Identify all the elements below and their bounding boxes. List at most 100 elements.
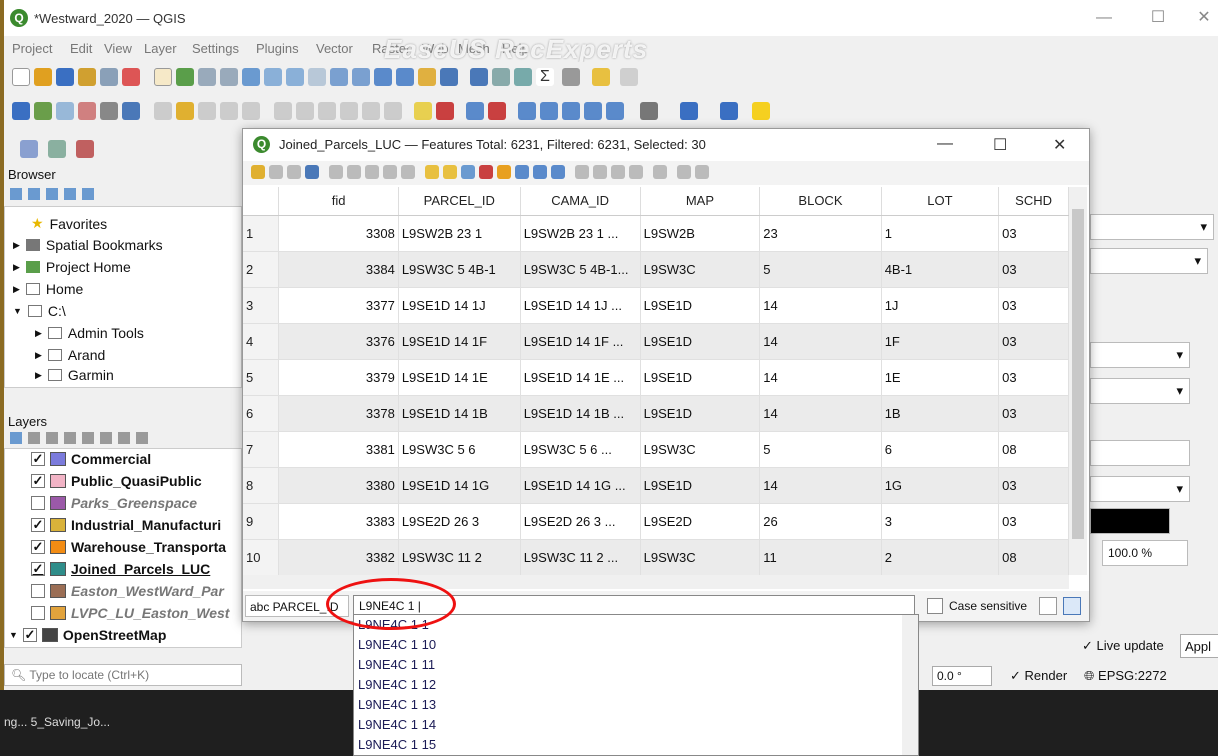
taskbar-item[interactable]: ng... 5_Saving_Jo... bbox=[4, 715, 110, 729]
save-edits-icon[interactable] bbox=[198, 102, 216, 120]
table-cell[interactable]: 14 bbox=[759, 359, 882, 396]
table-cell[interactable]: L9SW2B 23 1 bbox=[398, 215, 521, 252]
delete-field-icon[interactable] bbox=[593, 165, 607, 179]
browser-item-home[interactable]: ▶ Home bbox=[13, 281, 83, 297]
minimize-button[interactable]: — bbox=[1084, 6, 1124, 30]
zoom-out-icon[interactable] bbox=[220, 68, 238, 86]
pan-icon[interactable] bbox=[154, 68, 172, 86]
table-cell[interactable]: L9SE1D 14 1E bbox=[398, 359, 521, 396]
deselect-icon[interactable] bbox=[76, 140, 94, 158]
redo-icon[interactable] bbox=[384, 102, 402, 120]
new-field-icon[interactable] bbox=[575, 165, 589, 179]
table-cell[interactable]: 26 bbox=[759, 503, 882, 540]
expand-all-icon[interactable] bbox=[100, 432, 112, 444]
table-cell[interactable]: L9SE1D 14 1E ... bbox=[520, 359, 641, 396]
column-header[interactable]: SCHD bbox=[998, 187, 1069, 216]
zoom-native-icon[interactable] bbox=[308, 68, 326, 86]
show-bookmarks-icon[interactable] bbox=[396, 68, 414, 86]
table-cell[interactable]: 1F bbox=[881, 323, 1000, 360]
table-cell[interactable]: 3384 bbox=[278, 251, 399, 288]
layer-item-commercial[interactable]: ✓ Commercial bbox=[31, 451, 151, 467]
table-cell[interactable]: 1 bbox=[881, 215, 1000, 252]
table-cell[interactable]: L9SE1D bbox=[640, 359, 761, 396]
zoom-last-icon[interactable] bbox=[330, 68, 348, 86]
field-calculator-icon[interactable] bbox=[611, 165, 625, 179]
add-group-icon[interactable] bbox=[28, 432, 40, 444]
table-cell[interactable]: L9SE1D 14 1G bbox=[398, 467, 521, 504]
table-row[interactable]: 7 3381 L9SW3C 5 6 L9SW3C 5 6 ... L9SW3C 5 6 08 bbox=[243, 431, 1069, 468]
layer-item-joined-parcels-luc[interactable]: ✓ Joined_Parcels_LUC bbox=[31, 561, 210, 577]
print-layout-icon[interactable] bbox=[100, 68, 118, 86]
table-cell[interactable]: 2 bbox=[881, 539, 1000, 575]
text-annotation-icon[interactable] bbox=[620, 68, 638, 86]
property-dropdown-3[interactable]: ▾ bbox=[1090, 476, 1190, 502]
layer-visibility-checkbox[interactable] bbox=[31, 496, 45, 510]
table-cell[interactable]: 03 bbox=[998, 251, 1069, 288]
properties-icon[interactable] bbox=[82, 188, 94, 200]
table-cell[interactable]: 3376 bbox=[278, 323, 399, 360]
table-cell[interactable]: 1J bbox=[881, 287, 1000, 324]
zoom-to-selected-icon[interactable] bbox=[551, 165, 565, 179]
layer-item-warehouse[interactable]: ✓ Warehouse_Transporta bbox=[31, 539, 226, 555]
table-cell[interactable]: 3378 bbox=[278, 395, 399, 432]
suggestion-item[interactable]: L9NE4C 1 12 bbox=[358, 677, 436, 692]
row-number[interactable]: 1 bbox=[243, 215, 280, 252]
table-cell[interactable]: 3 bbox=[881, 503, 1000, 540]
render-checkbox[interactable]: ✓ Render bbox=[1010, 668, 1067, 684]
scroll-thumb[interactable] bbox=[1072, 209, 1084, 539]
layer-visibility-checkbox[interactable]: ✓ bbox=[31, 474, 45, 488]
table-cell[interactable]: 14 bbox=[759, 467, 882, 504]
menu-plugins[interactable]: Plugins bbox=[256, 41, 299, 56]
dialog-close-button[interactable]: ✕ bbox=[1053, 135, 1066, 155]
table-cell[interactable]: 5 bbox=[759, 431, 882, 468]
dock-icon[interactable] bbox=[677, 165, 691, 179]
select-by-value-icon[interactable] bbox=[48, 140, 66, 158]
menu-edit[interactable]: Edit bbox=[70, 41, 92, 56]
table-cell[interactable]: L9SE1D 14 1F ... bbox=[520, 323, 641, 360]
table-cell[interactable]: L9SE1D 14 1G ... bbox=[520, 467, 641, 504]
new-project-icon[interactable] bbox=[12, 68, 30, 86]
delete-feature-icon[interactable] bbox=[347, 165, 361, 179]
pan-to-selected-icon[interactable] bbox=[533, 165, 547, 179]
browser-item-bookmarks[interactable]: ▶ Spatial Bookmarks bbox=[13, 237, 163, 253]
new-layer-icon[interactable] bbox=[34, 102, 52, 120]
table-cell[interactable]: 3381 bbox=[278, 431, 399, 468]
table-cell[interactable]: 23 bbox=[759, 215, 882, 252]
select-features-icon[interactable] bbox=[20, 140, 38, 158]
table-cell[interactable]: L9SW3C 11 2 ... bbox=[520, 539, 641, 575]
table-cell[interactable]: L9SW3C bbox=[640, 539, 761, 575]
nn-join-icon[interactable] bbox=[752, 102, 770, 120]
browser-item-favorites[interactable]: ★ Favorites bbox=[31, 215, 107, 232]
zoom-full-icon[interactable] bbox=[242, 68, 260, 86]
table-cell[interactable]: 03 bbox=[998, 467, 1069, 504]
zoom-next-icon[interactable] bbox=[352, 68, 370, 86]
table-cell[interactable]: 03 bbox=[998, 503, 1069, 540]
browser-item-garmin[interactable]: ▶ Garmin bbox=[35, 367, 114, 383]
autocomplete-scrollbar[interactable] bbox=[902, 615, 918, 755]
menu-layer[interactable]: Layer bbox=[144, 41, 177, 56]
add-vector-icon[interactable] bbox=[56, 102, 74, 120]
layer-visibility-checkbox[interactable] bbox=[31, 584, 45, 598]
map-themes-icon[interactable] bbox=[46, 432, 58, 444]
table-cell[interactable]: L9SW3C 5 6 ... bbox=[520, 431, 641, 468]
table-cell[interactable]: L9SW3C 11 2 bbox=[398, 539, 521, 575]
label-change-icon[interactable] bbox=[540, 102, 558, 120]
toggle-editing-icon[interactable] bbox=[251, 165, 265, 179]
table-cell[interactable]: 03 bbox=[998, 395, 1069, 432]
table-cell[interactable]: L9SE1D bbox=[640, 323, 761, 360]
table-cell[interactable]: 08 bbox=[998, 539, 1069, 575]
column-header[interactable]: CAMA_ID bbox=[520, 187, 641, 216]
browser-item-arand[interactable]: ▶ Arand bbox=[35, 347, 105, 363]
property-dropdown-2[interactable]: ▾ bbox=[1090, 378, 1190, 404]
maximize-button[interactable]: ☐ bbox=[1138, 6, 1178, 30]
table-cell[interactable]: 4B-1 bbox=[881, 251, 1000, 288]
label-move-icon[interactable] bbox=[488, 102, 506, 120]
label-icon[interactable] bbox=[414, 102, 432, 120]
layer-item-industrial[interactable]: ✓ Industrial_Manufacturi bbox=[31, 517, 221, 533]
row-number[interactable]: 6 bbox=[243, 395, 280, 432]
deselect-all-icon[interactable] bbox=[479, 165, 493, 179]
layer-visibility-checkbox[interactable]: ✓ bbox=[31, 518, 45, 532]
collapse-all-icon[interactable] bbox=[118, 432, 130, 444]
layer-visibility-checkbox[interactable]: ✓ bbox=[31, 562, 45, 576]
statistics-icon[interactable] bbox=[514, 68, 532, 86]
